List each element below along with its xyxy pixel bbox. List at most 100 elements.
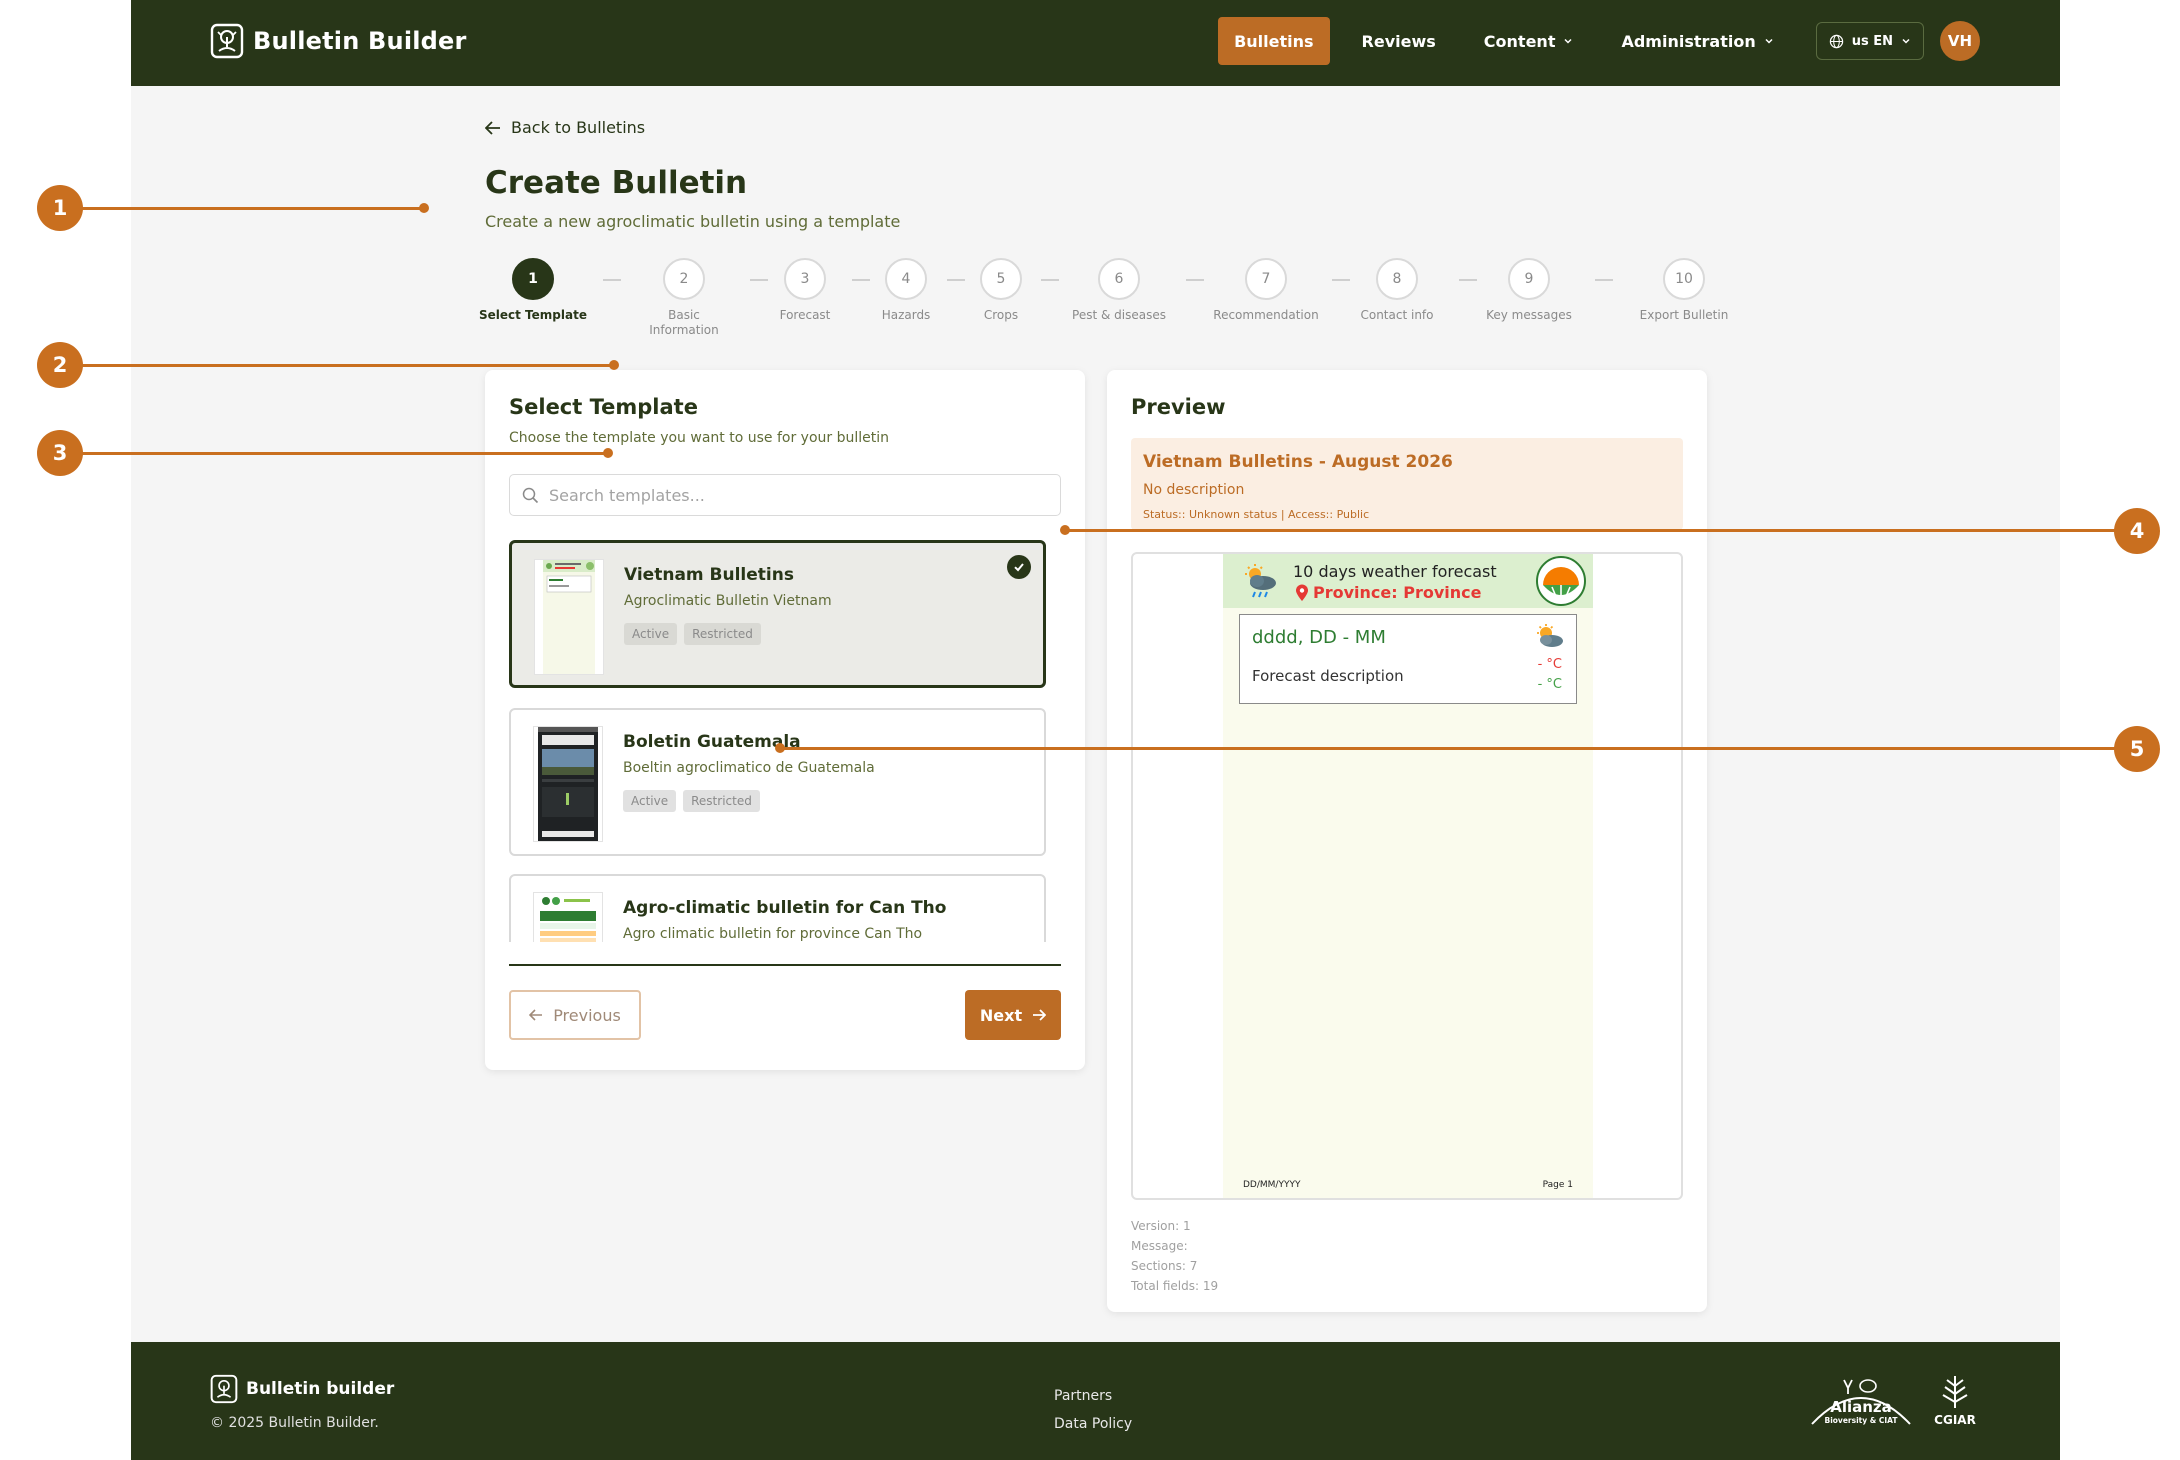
step-number: 5 — [980, 258, 1022, 300]
template-item-can-tho[interactable]: Agro-climatic bulletin for Can Tho Agro … — [509, 874, 1046, 942]
max-temperature: - °C — [1537, 657, 1562, 672]
callout-marker-1: 1 — [37, 185, 83, 231]
top-navbar: Bulletin Builder Bulletins Reviews Conte… — [131, 0, 2060, 86]
stat-total-fields: Total fields: 19 — [1131, 1279, 1219, 1293]
cgiar-wordmark: CGIAR — [1934, 1413, 1976, 1427]
step-label: Pest & diseases — [1072, 308, 1166, 322]
brand[interactable]: Bulletin Builder — [210, 23, 467, 59]
selected-check-icon — [1007, 555, 1031, 579]
status-badge: Active — [624, 623, 678, 645]
forecast-date: dddd, DD - MM — [1252, 627, 1386, 648]
nav-bulletins[interactable]: Bulletins — [1218, 17, 1330, 65]
step-contact-info[interactable]: 8 Contact info — [1327, 258, 1467, 323]
access-badge: Restricted — [683, 790, 760, 812]
preview-title: Preview — [1131, 395, 1226, 419]
step-label: Recommendation — [1213, 308, 1319, 322]
callout-dot-5 — [775, 743, 785, 753]
app-name: Bulletin Builder — [253, 27, 467, 55]
footer-link-partners[interactable]: Partners — [1054, 1382, 1132, 1410]
chevron-down-icon — [1564, 38, 1572, 44]
select-template-card: Select Template Choose the template you … — [485, 370, 1085, 1070]
stat-version: Version: 1 — [1131, 1219, 1191, 1233]
nav-reviews-label: Reviews — [1361, 31, 1436, 51]
footer-link-data-policy[interactable]: Data Policy — [1054, 1410, 1132, 1438]
alianza-subtitle: Bioversity & CIAT — [1824, 1416, 1898, 1425]
select-template-title: Select Template — [509, 395, 698, 419]
search-input[interactable] — [549, 485, 1029, 505]
province-label: Province: Province — [1313, 583, 1482, 602]
nav-bulletins-label: Bulletins — [1234, 31, 1314, 51]
main-nav: Bulletins Reviews Content Administration… — [1218, 17, 1980, 65]
template-item-vietnam[interactable]: Vietnam Bulletins Agroclimatic Bulletin … — [509, 540, 1046, 688]
callout-marker-2: 2 — [37, 342, 83, 388]
preview-card: Preview Vietnam Bulletins - August 2026 … — [1107, 370, 1707, 1312]
template-search — [509, 474, 1061, 516]
app-root: Bulletin Builder Bulletins Reviews Conte… — [131, 0, 2060, 1460]
template-item-guatemala[interactable]: Boletin Guatemala Boeltin agroclimatico … — [509, 708, 1046, 856]
arrow-left-icon — [529, 1009, 543, 1021]
bulletin-page: 10 days weather forecast Province: Provi… — [1223, 554, 1593, 1198]
step-number: 6 — [1098, 258, 1140, 300]
select-template-hint: Choose the template you want to use for … — [509, 430, 889, 446]
nav-reviews[interactable]: Reviews — [1346, 17, 1452, 65]
alianza-logo: Alianza Bioversity & CIAT — [1811, 1379, 1911, 1425]
footer-brand-name: Bulletin builder — [246, 1379, 395, 1399]
bulletin-preview-frame: 10 days weather forecast Province: Provi… — [1131, 552, 1683, 1200]
forecast-description: Forecast description — [1252, 667, 1404, 685]
language-value: us EN — [1851, 33, 1893, 49]
step-label: Contact info — [1360, 308, 1434, 322]
callout-marker-3: 3 — [37, 430, 83, 476]
template-description: Agroclimatic Bulletin Vietnam — [624, 593, 832, 609]
bulletin-name: Vietnam Bulletins - August 2026 — [1143, 452, 1453, 472]
bulletin-builder-logo-icon — [210, 23, 244, 59]
footer-links: Partners Data Policy — [1054, 1382, 1132, 1438]
thumbnail-preview-icon — [543, 560, 595, 674]
template-name: Boletin Guatemala — [623, 732, 801, 752]
step-number: 10 — [1663, 258, 1705, 300]
back-label: Back to Bulletins — [511, 118, 646, 137]
template-name: Agro-climatic bulletin for Can Tho — [623, 898, 947, 918]
step-number: 7 — [1245, 258, 1287, 300]
arrow-right-icon — [1033, 1009, 1047, 1021]
step-export-bulletin[interactable]: 10 Export Bulletin — [1614, 258, 1754, 323]
template-name: Vietnam Bulletins — [624, 565, 794, 585]
template-description: Agro climatic bulletin for province Can … — [623, 926, 923, 942]
globe-icon — [1829, 34, 1843, 48]
back-to-bulletins-link[interactable]: Back to Bulletins — [485, 118, 645, 137]
nav-content[interactable]: Content — [1468, 17, 1590, 65]
cgiar-logo: CGIAR — [1934, 1376, 1976, 1427]
footer-brand[interactable]: Bulletin builder — [210, 1374, 394, 1404]
page-title: Create Bulletin — [485, 165, 748, 201]
step-number: 3 — [784, 258, 826, 300]
alianza-wordmark: Alianza — [1830, 1398, 1892, 1416]
step-label: Key messages — [1486, 308, 1572, 322]
thumbnail-preview-icon — [538, 893, 598, 942]
step-select-template[interactable]: 1 Select Template — [463, 258, 603, 323]
status-badge: Active — [623, 790, 677, 812]
language-selector[interactable]: us EN — [1815, 22, 1924, 60]
page-subtitle: Create a new agroclimatic bulletin using… — [485, 212, 901, 231]
step-recommendation[interactable]: 7 Recommendation — [1196, 258, 1336, 323]
step-number: 4 — [885, 258, 927, 300]
callout-dot-1 — [419, 203, 429, 213]
bulletin-description: No description — [1143, 482, 1245, 498]
step-key-messages[interactable]: 9 Key messages — [1459, 258, 1599, 323]
step-pest-diseases[interactable]: 6 Pest & diseases — [1049, 258, 1189, 323]
template-list: Vietnam Bulletins Agroclimatic Bulletin … — [509, 540, 1061, 942]
previous-label: Previous — [553, 1005, 621, 1025]
callout-line-1 — [82, 207, 424, 210]
step-label: Export Bulletin — [1639, 308, 1729, 322]
step-number: 8 — [1376, 258, 1418, 300]
step-separator — [1595, 279, 1613, 281]
previous-button[interactable]: Previous — [509, 990, 641, 1040]
user-avatar[interactable]: VH — [1940, 21, 1980, 61]
callout-marker-4: 4 — [2114, 508, 2160, 554]
min-temperature: - °C — [1537, 677, 1562, 692]
forecast-header: 10 days weather forecast Province: Provi… — [1223, 554, 1593, 608]
nav-administration[interactable]: Administration — [1605, 17, 1789, 65]
rain-cloud-sun-icon — [1245, 564, 1276, 598]
search-icon — [522, 487, 539, 503]
bulletin-status: Status:: Unknown status | Access:: Publi… — [1143, 508, 1370, 521]
next-button[interactable]: Next — [965, 990, 1061, 1040]
step-number: 9 — [1508, 258, 1550, 300]
